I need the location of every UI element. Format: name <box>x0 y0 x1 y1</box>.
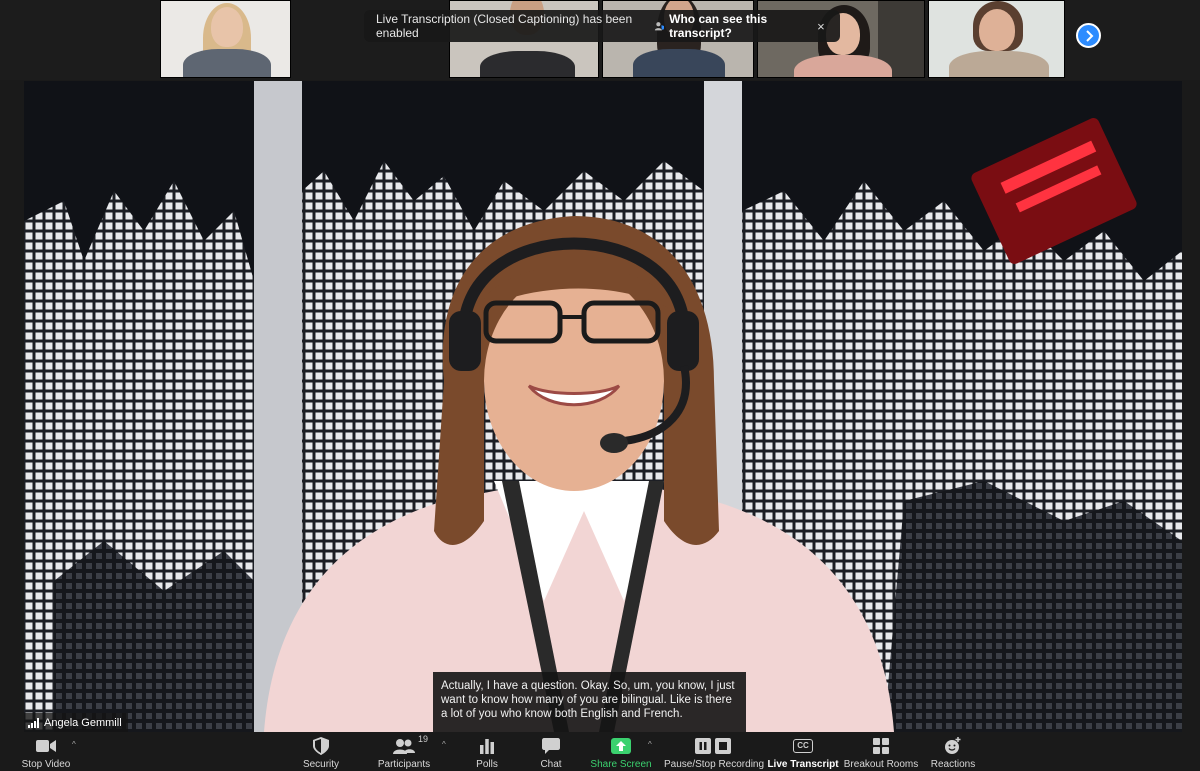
who-can-see-label: Who can see this transcript? <box>669 12 768 40</box>
video-camera-icon <box>36 740 56 752</box>
speaker-name-tag: Angela Gemmill <box>24 713 128 732</box>
active-speaker-video: Actually, I have a question. Okay. So, u… <box>24 81 1182 732</box>
person-shield-icon <box>654 22 664 31</box>
participants-icon <box>393 739 415 754</box>
polls-button[interactable]: Polls <box>474 735 500 771</box>
chat-button[interactable]: Chat <box>538 735 564 771</box>
participant-video-thumbnail[interactable] <box>928 0 1065 78</box>
security-label: Security <box>302 759 340 770</box>
participants-button[interactable]: 19 Participants <box>377 734 431 771</box>
share-screen-icon <box>611 738 631 754</box>
share-screen-button[interactable]: Share Screen <box>590 735 652 771</box>
chat-label: Chat <box>540 759 562 770</box>
live-caption-box: Actually, I have a question. Okay. So, u… <box>433 672 746 732</box>
who-can-see-transcript-link[interactable]: Who can see this transcript? <box>654 12 814 40</box>
pause-stop-icon <box>695 738 731 754</box>
smiley-add-icon <box>945 737 961 754</box>
participant-video-thumbnail[interactable] <box>160 0 291 78</box>
bar-chart-icon <box>480 739 494 754</box>
notification-message: Live Transcription (Closed Captioning) h… <box>376 12 633 40</box>
breakout-rooms-button[interactable]: Breakout Rooms <box>843 735 919 771</box>
participants-options-caret[interactable]: ^ <box>442 740 446 749</box>
participants-label: Participants <box>377 759 431 770</box>
stop-video-label: Stop Video <box>21 759 71 770</box>
live-transcription-notification: Live Transcription (Closed Captioning) h… <box>364 10 840 42</box>
shield-icon <box>313 737 329 755</box>
security-button[interactable]: Security <box>300 735 342 771</box>
chevron-right-icon <box>1085 29 1093 42</box>
signal-strength-icon <box>28 717 40 728</box>
polls-label: Polls <box>476 759 498 770</box>
video-options-caret[interactable]: ^ <box>72 740 76 749</box>
speaker-video-scene <box>24 81 1182 732</box>
speaker-name: Angela Gemmill <box>44 716 122 729</box>
next-page-button[interactable] <box>1076 23 1101 48</box>
share-options-caret[interactable]: ^ <box>648 740 652 749</box>
close-icon[interactable]: × <box>814 19 828 34</box>
pause-stop-recording-button[interactable]: Pause/Stop Recording <box>663 735 765 771</box>
cc-icon: CC <box>793 739 813 753</box>
live-transcript-button[interactable]: CC Live Transcript <box>767 735 839 771</box>
pause-stop-recording-label: Pause/Stop Recording <box>663 759 765 770</box>
stop-video-button[interactable]: Stop Video <box>20 735 72 771</box>
breakout-rooms-icon <box>873 738 889 754</box>
breakout-rooms-label: Breakout Rooms <box>843 759 919 770</box>
reactions-button[interactable]: Reactions <box>930 735 976 771</box>
share-screen-label: Share Screen <box>590 759 652 770</box>
meeting-controls-toolbar: Stop Video ^ Security 19 Participants ^ … <box>0 732 1200 771</box>
chat-bubble-icon <box>542 738 560 754</box>
live-transcript-label: Live Transcript <box>767 759 839 770</box>
participants-count: 19 <box>418 734 429 744</box>
reactions-label: Reactions <box>930 759 976 770</box>
zoom-meeting-window: Live Transcription (Closed Captioning) h… <box>0 0 1200 771</box>
participant-gallery-strip: Live Transcription (Closed Captioning) h… <box>0 0 1200 80</box>
